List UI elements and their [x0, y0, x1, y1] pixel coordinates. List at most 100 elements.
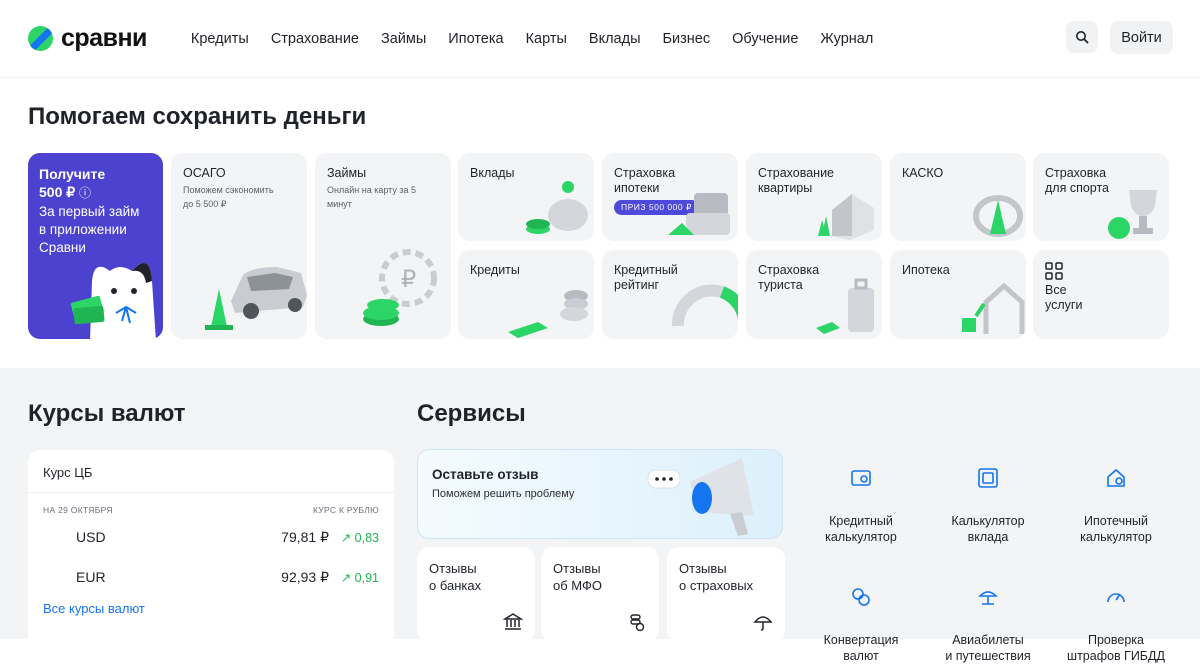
currency-value: 92,93 ₽	[281, 569, 329, 585]
cat-mascot-icon	[70, 263, 156, 339]
promo-title: Получите 500 ₽ ⓘ	[39, 166, 106, 200]
service-label: Кредитный калькулятор	[825, 514, 897, 544]
search-button[interactable]	[1066, 21, 1098, 53]
nav-item-business[interactable]: Бизнес	[663, 31, 711, 47]
tile-mortgage-insurance[interactable]: Страховка ипотеки ПРИЗ 500 000 ₽	[602, 153, 738, 241]
nav-item-cards[interactable]: Карты	[526, 31, 567, 47]
tile-sport-insurance[interactable]: Страховка для спорта	[1033, 153, 1169, 241]
tile-title: ОСАГО	[183, 166, 226, 180]
service-label: Конвертация валют	[823, 633, 899, 663]
service-currency-exchange[interactable]: Конвертация валют	[797, 570, 925, 664]
logo[interactable]: сравни	[28, 24, 147, 53]
tile-mortgage[interactable]: Ипотека	[890, 250, 1026, 339]
site-header: сравни Кредиты Страхование Займы Ипотека…	[0, 0, 1200, 78]
service-label: Проверка штрафов ГИБДД	[1067, 633, 1165, 663]
feedback-banner[interactable]: Оставьте отзыв Поможем решить проблему	[417, 449, 783, 539]
tile-all-services[interactable]: Все услуги	[1033, 250, 1169, 339]
reviews-mfo-card[interactable]: Отзывы об МФО	[541, 547, 659, 642]
tile-title: Кредитный рейтинг	[614, 263, 678, 292]
nav-item-loans[interactable]: Займы	[381, 31, 426, 47]
tile-title: КАСКО	[902, 166, 944, 180]
svg-text:₽: ₽	[401, 266, 416, 293]
rates-card-title: Курс ЦБ	[28, 450, 394, 493]
currency-value: 79,81 ₽	[281, 529, 329, 545]
currency-code: USD	[76, 529, 106, 545]
nav-item-credits[interactable]: Кредиты	[191, 31, 249, 47]
reviews-label: Отзывы об МФО	[553, 561, 602, 593]
tile-credit-rating[interactable]: Кредитный рейтинг	[602, 250, 738, 339]
bank-icon	[503, 613, 523, 630]
promo-tile[interactable]: Получите 500 ₽ ⓘ За первый займ в прилож…	[28, 153, 163, 339]
service-label: Ипотечный калькулятор	[1080, 514, 1152, 544]
service-mortgage-calculator[interactable]: Ипотечный калькулятор	[1052, 451, 1180, 545]
logo-text: сравни	[61, 24, 147, 52]
coins-stack-icon	[630, 614, 645, 632]
logo-mark-icon	[28, 26, 53, 51]
all-rates-link[interactable]: Все курсы валют	[43, 601, 145, 616]
deposit-calculator-icon	[978, 468, 998, 488]
tile-title: Ипотека	[902, 263, 950, 277]
service-label: Калькулятор вклада	[951, 514, 1025, 544]
feedback-subtitle: Поможем решить проблему	[432, 488, 575, 500]
reviews-label: Отзывы о банках	[429, 561, 482, 593]
nav-item-mortgage[interactable]: Ипотека	[448, 31, 503, 47]
rates-column-label: КУРС К РУБЛЮ	[312, 505, 379, 515]
main-nav: Кредиты Страхование Займы Ипотека Карты …	[191, 31, 873, 47]
rates-date: НА 29 ОКТЯБРЯ	[43, 505, 113, 515]
search-icon	[1076, 31, 1089, 44]
house-icon	[818, 194, 874, 240]
tile-apartment-insurance[interactable]: Страхование квартиры	[746, 153, 882, 241]
speedometer-icon	[1107, 593, 1125, 603]
nav-item-journal[interactable]: Журнал	[820, 31, 873, 47]
info-icon[interactable]: ⓘ	[79, 186, 91, 200]
tile-title: Вклады	[470, 166, 515, 180]
tile-subtitle: Поможем сэкономить до 5 500 ₽	[183, 185, 274, 209]
nav-item-learning[interactable]: Обучение	[732, 31, 798, 47]
tile-deposits[interactable]: Вклады	[458, 153, 594, 241]
credit-calculator-icon	[851, 470, 871, 486]
reviews-insurers-card[interactable]: Отзывы о страховых	[667, 547, 785, 642]
piggy-bank-icon	[526, 181, 588, 234]
feedback-title: Оставьте отзыв	[432, 467, 539, 482]
service-label: Авиабилеты и путешествия	[945, 633, 1031, 663]
rates-card: Курс ЦБ НА 29 ОКТЯБРЯ КУРС К РУБЛЮ USD 7…	[28, 450, 394, 650]
service-traffic-fines[interactable]: Проверка штрафов ГИБДД	[1052, 570, 1180, 664]
trophy-icon	[1108, 190, 1157, 239]
tile-title: Кредиты	[470, 263, 520, 277]
rates-title: Курсы валют	[28, 400, 186, 427]
tile-kasko[interactable]: КАСКО	[890, 153, 1026, 241]
tile-title: Все услуги	[1045, 283, 1083, 312]
coin-stack-icon: ₽	[363, 249, 437, 326]
umbrella-icon	[753, 616, 773, 631]
travel-icon	[978, 591, 998, 605]
tile-osago[interactable]: ОСАГО Поможем сэкономить до 5 500 ₽	[171, 153, 307, 339]
reviews-banks-card[interactable]: Отзывы о банках	[417, 547, 535, 642]
service-deposit-calculator[interactable]: Калькулятор вклада	[924, 451, 1052, 545]
currency-code: EUR	[76, 569, 106, 585]
car-icon	[205, 267, 307, 330]
tile-credits[interactable]: Кредиты	[458, 250, 594, 339]
house-outline-icon	[962, 282, 1025, 334]
tile-travel-insurance[interactable]: Страховка туриста	[746, 250, 882, 339]
tile-title: Страховка для спорта	[1045, 166, 1110, 195]
suitcase-icon	[816, 278, 874, 334]
login-button[interactable]: Войти	[1110, 21, 1173, 54]
service-credit-calculator[interactable]: Кредитный калькулятор	[797, 451, 925, 545]
coins-icon	[508, 290, 588, 338]
service-travel[interactable]: Авиабилеты и путешествия	[924, 570, 1052, 664]
armchair-icon	[668, 193, 730, 235]
tile-subtitle: Онлайн на карту за 5 минут	[327, 185, 417, 209]
nav-item-insurance[interactable]: Страхование	[271, 31, 359, 47]
megaphone-icon	[647, 458, 754, 536]
mortgage-calculator-icon	[1107, 468, 1125, 487]
hero-title: Помогаем сохранить деньги	[28, 103, 367, 130]
nav-item-deposits[interactable]: Вклады	[589, 31, 641, 47]
currency-change: ↗ 0,91	[340, 571, 379, 585]
shield-ring-icon	[973, 195, 1023, 237]
tile-loans[interactable]: Займы Онлайн на карту за 5 минут ₽	[315, 153, 451, 339]
grid-icon	[1045, 262, 1063, 280]
tile-title: Займы	[327, 166, 367, 180]
currency-change: ↗ 0,83	[340, 531, 379, 545]
services-title: Сервисы	[417, 400, 526, 427]
currency-exchange-icon	[852, 588, 870, 606]
